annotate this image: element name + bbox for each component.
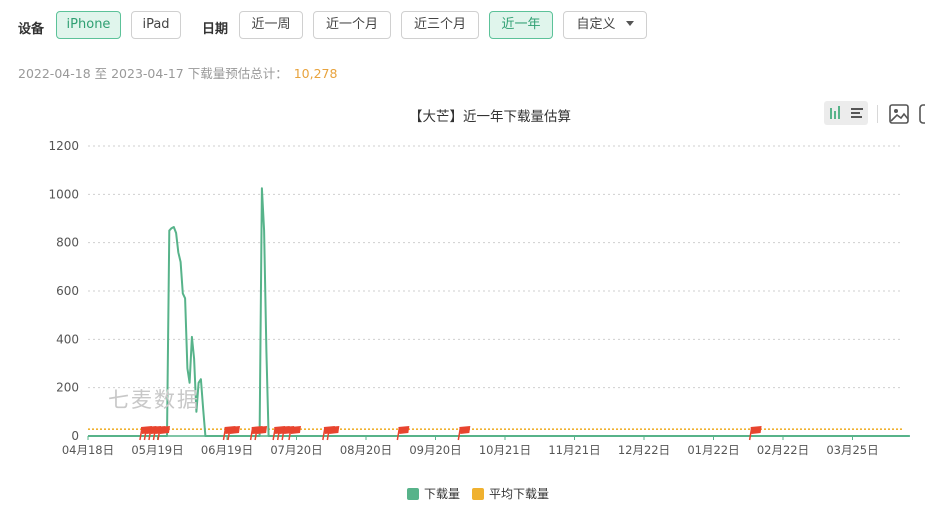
event-flag <box>326 426 340 441</box>
flag-banner <box>459 426 471 434</box>
event-flag <box>457 426 471 441</box>
x-tick-label: 02月22日 <box>757 443 809 457</box>
x-tick-label: 06月19日 <box>201 443 253 457</box>
x-tick-label: 03月25日 <box>826 443 878 457</box>
event-flags <box>139 426 762 441</box>
flag-banner <box>229 426 240 434</box>
x-tick-label: 07月20日 <box>270 443 322 457</box>
legend-swatch-downloads <box>407 487 419 500</box>
x-axis-ticks: 04月18日 05月19日 06月19日 07月20日 08月20日 09月20日 10月2… <box>62 436 879 457</box>
legend-item-average[interactable]: 平均下载量 <box>472 486 549 502</box>
event-flag <box>396 426 410 441</box>
x-tick-label: 08月20日 <box>340 443 392 457</box>
legend-label-downloads: 下载量 <box>424 487 461 501</box>
event-flag <box>288 426 301 441</box>
x-tick-label: 01月22日 <box>687 443 739 457</box>
event-flag <box>254 426 268 441</box>
event-flag <box>157 426 170 441</box>
event-flag <box>748 426 762 441</box>
x-tick-label: 04月18日 <box>62 443 114 457</box>
x-tick-label: 12月22日 <box>618 443 670 457</box>
watermark: 七麦数据 <box>108 388 200 412</box>
x-tick-label: 11月21日 <box>548 443 600 457</box>
x-tick-label: 10月21日 <box>479 443 531 457</box>
x-tick-label: 09月20日 <box>409 443 461 457</box>
grid-lines <box>88 145 903 437</box>
flag-banner <box>328 426 340 434</box>
flag-banner <box>750 426 762 434</box>
x-tick-label: 05月19日 <box>131 443 183 457</box>
flag-banner <box>289 426 301 434</box>
y-tick-label: 1000 <box>48 187 79 201</box>
y-tick-label: 600 <box>56 284 79 298</box>
legend-item-downloads[interactable]: 下载量 <box>407 486 460 502</box>
y-tick-label: 1200 <box>48 139 79 153</box>
legend-swatch-average <box>472 487 484 500</box>
y-tick-label: 0 <box>71 429 79 443</box>
y-tick-label: 200 <box>56 381 79 395</box>
flag-banner <box>159 426 170 434</box>
download-series-line <box>88 187 910 437</box>
y-axis-ticks: 0 200 400 600 800 1000 1200 <box>48 139 79 443</box>
y-tick-label: 400 <box>56 332 79 346</box>
legend-label-average: 平均下载量 <box>489 487 550 501</box>
y-tick-label: 800 <box>56 236 79 250</box>
flag-banner <box>398 426 410 434</box>
flag-banner <box>256 426 268 434</box>
event-flag <box>227 426 240 441</box>
